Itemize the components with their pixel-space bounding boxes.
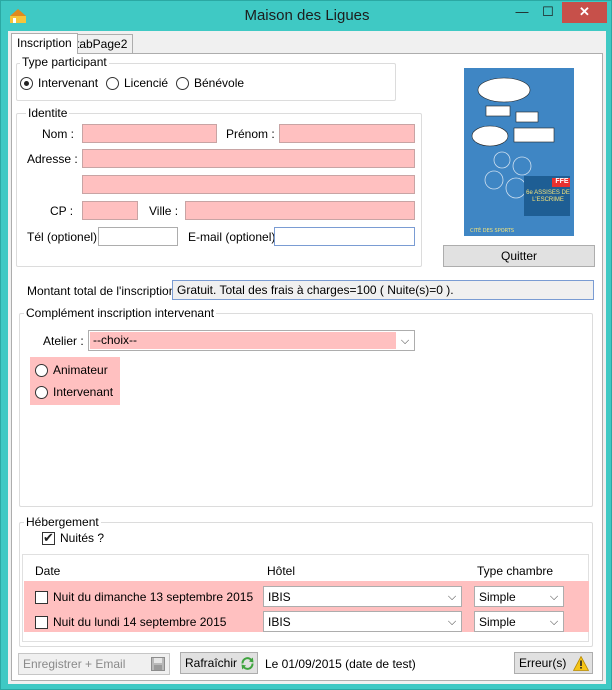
nuit-row-checkbox[interactable] (35, 616, 48, 629)
nuit-row-checkbox[interactable] (35, 591, 48, 604)
erreurs-button[interactable]: Erreur(s) (514, 652, 593, 674)
maximize-button[interactable]: ☐ (535, 2, 561, 23)
radio-role-intervenant-label: Intervenant (53, 385, 114, 399)
adresse-line2-input[interactable] (82, 175, 415, 194)
nuits-grid: Date Hôtel Type chambre Nuit du dimanche… (22, 554, 589, 642)
nuit-row-hotel-select[interactable]: IBIS ⌵ (263, 611, 462, 632)
radio-benevole-label: Bénévole (194, 76, 245, 90)
minimize-button[interactable]: — (509, 2, 535, 23)
enregistrer-email-button[interactable]: Enregistrer + Email (18, 653, 170, 675)
column-header-date: Date (35, 564, 61, 578)
column-header-type-chambre: Type chambre (477, 564, 554, 578)
nuit-row-chambre-select[interactable]: Simple ⌵ (474, 586, 564, 607)
nom-label: Nom : (42, 127, 75, 141)
chevron-down-icon: ⌵ (447, 591, 457, 603)
email-label: E-mail (optionel) : (188, 230, 283, 244)
chevron-down-icon: ⌵ (549, 591, 559, 603)
title-bar[interactable]: Maison des Ligues — ☐ ✕ (1, 1, 612, 31)
nuit-row-date: Nuit du dimanche 13 septembre 2015 (53, 590, 254, 604)
erreurs-label: Erreur(s) (519, 656, 567, 670)
poster-subtitle: 6e ASSISES DE L'ESCRIME (526, 190, 570, 203)
warning-icon (573, 656, 589, 671)
montant-label: Montant total de l'inscription : (27, 284, 183, 298)
close-button[interactable]: ✕ (562, 2, 607, 23)
radio-benevole[interactable] (176, 77, 189, 90)
save-disk-icon (151, 657, 165, 671)
assises-poster-image: CITÉ DES SPORTS FFE 6e ASSISES DE L'ESCR… (464, 68, 574, 236)
quitter-button[interactable]: Quitter (443, 245, 595, 267)
nuites-label: Nuités ? (60, 531, 105, 545)
nuites-checkbox[interactable] (42, 530, 55, 546)
ville-input[interactable] (185, 201, 415, 220)
atelier-select-value: --choix-- (90, 332, 396, 349)
montant-value-field: Gratuit. Total des frais à charges=100 (… (172, 280, 594, 300)
nom-input[interactable] (82, 124, 217, 143)
tel-input[interactable] (98, 227, 178, 246)
radio-animateur[interactable] (35, 364, 48, 377)
chevron-down-icon: ⌵ (400, 335, 410, 347)
rafraichir-label: Rafraîchir (185, 656, 238, 670)
atelier-label: Atelier : (43, 334, 84, 348)
nuit-row-chambre-value: Simple (479, 590, 516, 604)
rafraichir-button[interactable]: Rafraîchir (180, 652, 258, 674)
refresh-icon (241, 657, 254, 670)
prenom-label: Prénom : (226, 127, 275, 141)
client-area: Inscription tabPage2 Type participant In… (8, 31, 606, 684)
hebergement-legend: Hébergement (24, 515, 101, 529)
enregistrer-email-label: Enregistrer + Email (23, 657, 126, 671)
adresse-line1-input[interactable] (82, 149, 415, 168)
radio-role-intervenant[interactable] (35, 386, 48, 399)
nuit-row-chambre-value: Simple (479, 615, 516, 629)
cp-input[interactable] (82, 201, 138, 220)
chevron-down-icon: ⌵ (447, 616, 457, 628)
tab-page2[interactable]: tabPage2 (70, 34, 134, 53)
ville-label: Ville : (149, 204, 179, 218)
adresse-label: Adresse : (27, 152, 78, 166)
nuit-row-hotel-value: IBIS (268, 590, 291, 604)
ffe-logo: FFE (555, 178, 569, 185)
date-test-text: Le 01/09/2015 (date de test) (265, 657, 416, 671)
nuit-row-hotel-value: IBIS (268, 615, 291, 629)
nuit-row-hotel-select[interactable]: IBIS ⌵ (263, 586, 462, 607)
radio-intervenant-label: Intervenant (38, 76, 99, 90)
prenom-input[interactable] (279, 124, 415, 143)
tab-panel-inscription: Type participant Intervenant Licencié Bé… (11, 53, 603, 681)
tab-inscription[interactable]: Inscription (11, 33, 78, 54)
poster-illustration: CITÉ DES SPORTS (464, 68, 574, 236)
column-header-hotel: Hôtel (267, 564, 296, 578)
radio-animateur-label: Animateur (53, 363, 108, 377)
radio-licencie[interactable] (106, 77, 119, 90)
tel-label: Tél (optionel) : (27, 230, 104, 244)
svg-text:CITÉ DES SPORTS: CITÉ DES SPORTS (470, 226, 514, 234)
atelier-select[interactable]: --choix-- ⌵ (88, 330, 415, 351)
email-input[interactable] (274, 227, 415, 246)
nuit-row-date: Nuit du lundi 14 septembre 2015 (53, 615, 227, 629)
chevron-down-icon: ⌵ (549, 616, 559, 628)
complement-legend: Complément inscription intervenant (24, 306, 217, 320)
radio-licencie-label: Licencié (124, 76, 169, 90)
nuit-row-chambre-select[interactable]: Simple ⌵ (474, 611, 564, 632)
identite-legend: Identite (26, 106, 70, 120)
app-window: Maison des Ligues — ☐ ✕ Inscription tabP… (0, 0, 612, 690)
cp-label: CP : (50, 204, 74, 218)
type-participant-legend: Type participant (20, 55, 109, 69)
radio-intervenant[interactable] (20, 77, 33, 90)
